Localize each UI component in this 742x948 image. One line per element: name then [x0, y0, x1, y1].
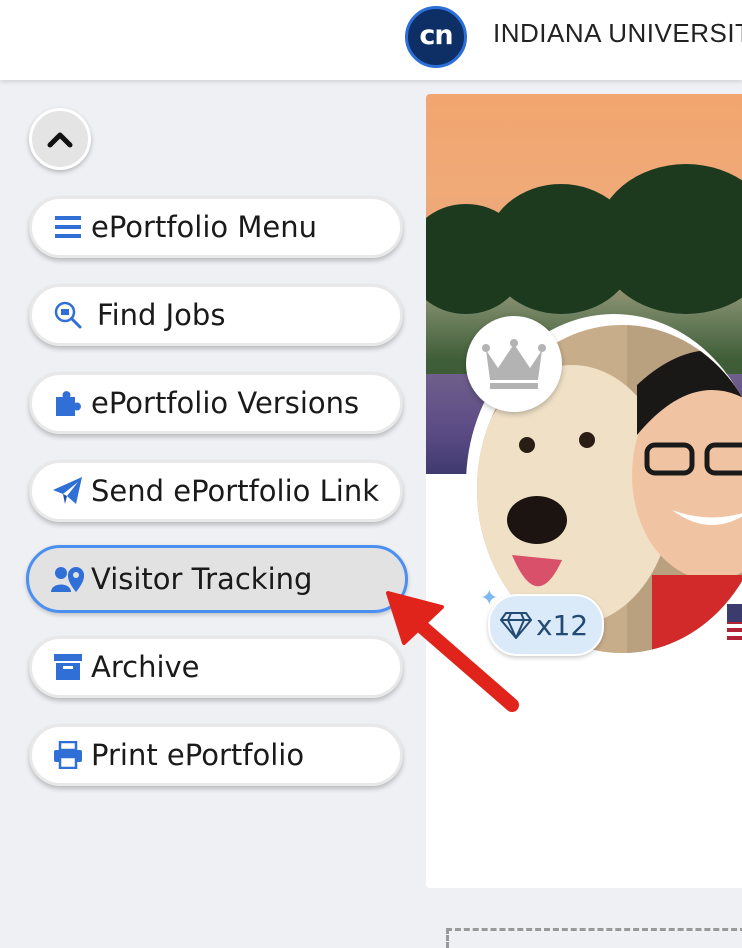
chevron-up-icon — [47, 132, 73, 148]
archive-button[interactable]: Archive — [29, 636, 403, 698]
gem-count: x12 — [536, 608, 589, 642]
menu-item-label: Find Jobs — [97, 298, 226, 332]
menu-item-label: ePortfolio Versions — [91, 386, 360, 420]
paper-plane-icon — [51, 474, 85, 508]
collapse-menu-button[interactable] — [29, 108, 91, 170]
red-arrow-annotation — [386, 591, 519, 712]
site-logo[interactable]: cn — [405, 6, 467, 68]
dashed-section-border — [446, 928, 742, 931]
dashed-section-border-side — [446, 928, 449, 948]
user-location-icon — [51, 562, 85, 596]
menu-item-label: ePortfolio Menu — [91, 210, 317, 244]
menu-item-label: Archive — [91, 650, 200, 684]
visitor-tracking-button[interactable]: Visitor Tracking — [26, 545, 408, 613]
top-header: cn INDIANA UNIVERSIT — [0, 0, 742, 80]
crown-icon — [482, 339, 546, 389]
menu-item-label: Send ePortfolio Link — [91, 474, 380, 508]
send-eportfolio-link-button[interactable]: Send ePortfolio Link — [29, 460, 403, 522]
crown-badge — [466, 316, 562, 412]
menu-item-label: Print ePortfolio — [91, 738, 305, 772]
search-jobs-icon — [51, 298, 85, 332]
eportfolio-versions-button[interactable]: ePortfolio Versions — [29, 372, 403, 434]
printer-icon — [51, 738, 85, 772]
print-eportfolio-button[interactable]: Print ePortfolio — [29, 724, 403, 786]
eportfolio-menu-button[interactable]: ePortfolio Menu — [29, 196, 403, 258]
menu-item-label: Visitor Tracking — [91, 562, 313, 596]
bars-icon — [51, 210, 85, 244]
archive-icon — [51, 650, 85, 684]
university-name: INDIANA UNIVERSIT — [493, 18, 742, 48]
find-jobs-button[interactable]: Find Jobs — [29, 284, 403, 346]
us-flag-icon — [727, 604, 742, 640]
logo-text: cn — [419, 20, 453, 51]
puzzle-icon — [51, 386, 85, 420]
